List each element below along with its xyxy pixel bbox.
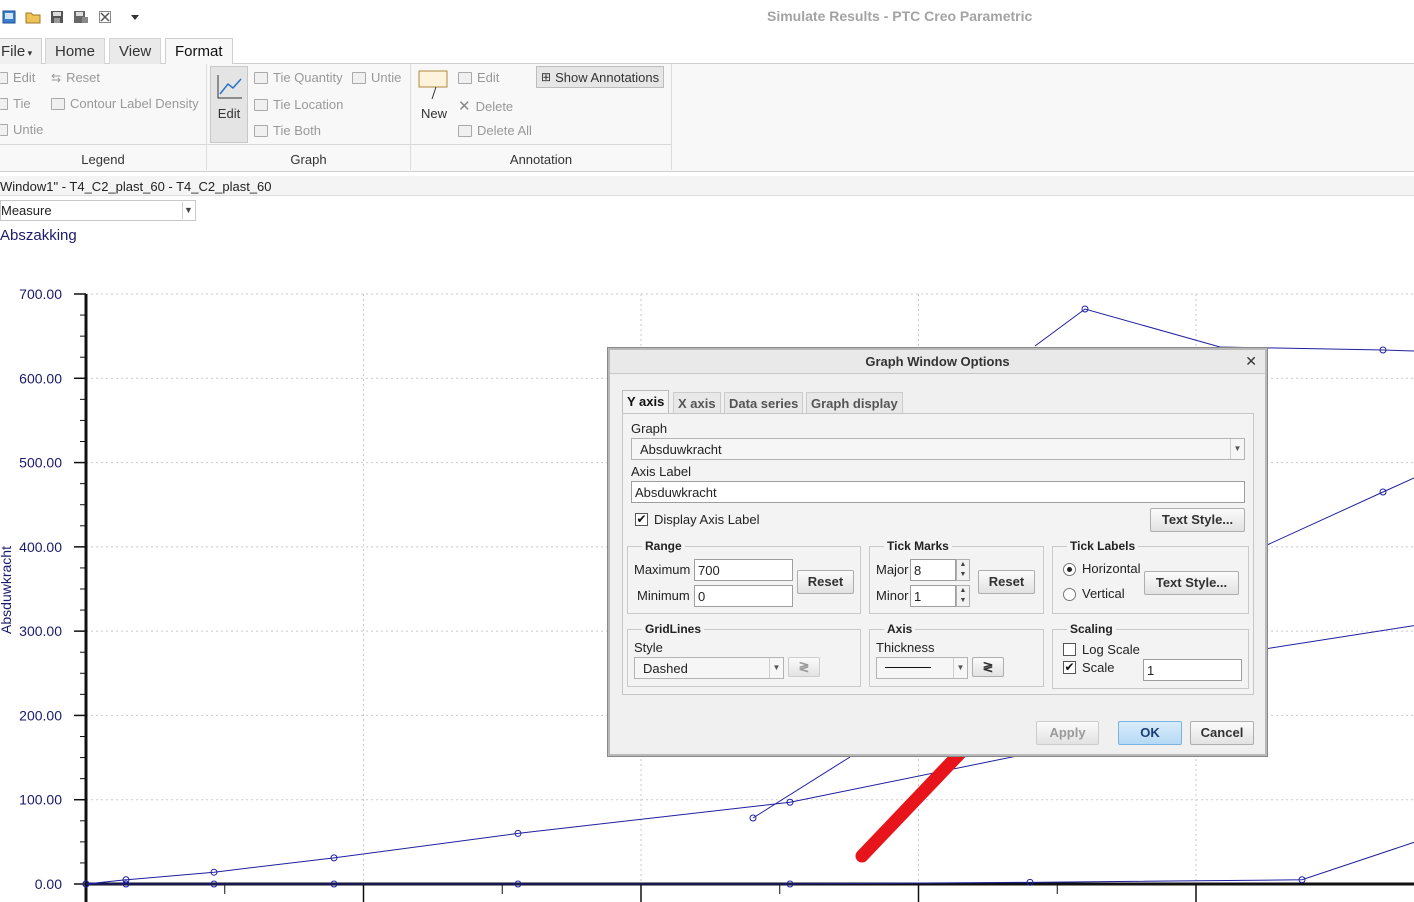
- chevron-down-icon: ▼: [769, 658, 783, 678]
- vertical-label: Vertical: [1082, 586, 1125, 601]
- gridline-color-button[interactable]: ≷: [788, 657, 820, 677]
- scaling-fieldset: Scaling Log Scale ✔ Scale 1: [1052, 622, 1249, 689]
- tick-labels-fieldset: Tick Labels Horizontal Vertical Text Sty…: [1052, 539, 1249, 614]
- tick-labels-text-style-button[interactable]: Text Style...: [1144, 571, 1239, 595]
- series-line: [752, 756, 851, 819]
- tab-graph-display[interactable]: Graph display: [806, 392, 903, 414]
- minor-input[interactable]: 1: [910, 585, 956, 607]
- tick-marks-reset-button[interactable]: Reset: [978, 570, 1035, 594]
- minimum-label: Minimum: [637, 588, 690, 603]
- dialog-title: Graph Window Options: [610, 350, 1265, 374]
- tab-y-axis[interactable]: Y axis: [622, 390, 670, 414]
- log-scale-checkbox[interactable]: [1063, 643, 1076, 656]
- display-axis-label-text: Display Axis Label: [654, 512, 760, 527]
- graph-label: Graph: [631, 421, 668, 436]
- axis-label-text-style-button[interactable]: Text Style...: [1150, 508, 1245, 532]
- line-thickness-icon: [885, 667, 931, 669]
- display-axis-label-checkbox[interactable]: ✔: [635, 513, 648, 526]
- gridlines-fieldset: GridLines Style Dashed ▼ ≷: [627, 622, 861, 687]
- vertical-radio[interactable]: [1063, 588, 1076, 601]
- scale-label: Scale: [1082, 660, 1115, 675]
- minor-spinner[interactable]: ▲ ▼: [956, 585, 970, 607]
- major-label: Major: [876, 562, 909, 577]
- scale-input[interactable]: 1: [1143, 659, 1242, 681]
- axis-color-button[interactable]: ≷: [972, 657, 1004, 677]
- chevron-down-icon: ▼: [953, 658, 967, 678]
- series-line: [86, 841, 1414, 885]
- color-picker-icon: ≷: [982, 659, 994, 674]
- gridlines-legend: GridLines: [642, 622, 705, 636]
- scaling-legend: Scaling: [1067, 622, 1116, 636]
- major-spinner[interactable]: ▲ ▼: [956, 559, 970, 581]
- range-legend: Range: [642, 539, 685, 553]
- creo-window: { "app": {"title": "Simulate Results - P…: [0, 0, 1414, 902]
- cancel-button[interactable]: Cancel: [1190, 721, 1254, 745]
- axis-thickness-select[interactable]: ▼: [876, 657, 968, 679]
- axis-label-input[interactable]: Absduwkracht: [631, 481, 1245, 503]
- y-tick-label: 100.00: [19, 792, 62, 808]
- y-tick-label: 0.00: [35, 876, 62, 892]
- y-tick-label: 200.00: [19, 707, 62, 723]
- y-tick-label: 400.00: [19, 539, 62, 555]
- log-scale-label: Log Scale: [1082, 642, 1140, 657]
- y-tick-label: 300.00: [19, 623, 62, 639]
- ok-button[interactable]: OK: [1118, 721, 1182, 745]
- y-axis-panel: Graph Absduwkracht ▼ Axis Label Absduwkra…: [622, 413, 1254, 695]
- gridline-style-label: Style: [634, 640, 663, 655]
- axis-legend: Axis: [884, 622, 916, 636]
- major-input[interactable]: 8: [910, 559, 956, 581]
- axis-fieldset: Axis Thickness ▼ ≷: [869, 622, 1044, 687]
- y-tick-label: 700.00: [19, 286, 62, 302]
- chevron-down-icon: ▼: [1230, 439, 1244, 459]
- horizontal-label: Horizontal: [1082, 561, 1141, 576]
- graph-window-options-dialog: Graph Window Options ✕ Y axis X axis Dat…: [608, 348, 1267, 756]
- series-line: [1034, 308, 1414, 352]
- horizontal-radio[interactable]: [1063, 563, 1076, 576]
- tick-labels-legend: Tick Labels: [1067, 539, 1139, 553]
- scale-checkbox[interactable]: ✔: [1063, 661, 1076, 674]
- series-line: [1266, 477, 1414, 546]
- maximum-input[interactable]: 700: [694, 559, 793, 581]
- graph-select[interactable]: Absduwkracht ▼: [631, 438, 1245, 460]
- tick-marks-legend: Tick Marks: [884, 539, 952, 553]
- range-fieldset: Range Maximum 700 Minimum 0 Reset: [627, 539, 861, 614]
- y-tick-label: 500.00: [19, 455, 62, 471]
- minor-label: Minor: [876, 588, 909, 603]
- tick-marks-fieldset: Tick Marks Major 8 ▲ ▼ Minor 1 ▲ ▼ Reset: [869, 539, 1044, 614]
- maximum-label: Maximum: [634, 562, 691, 577]
- thickness-label: Thickness: [876, 640, 935, 655]
- y-axis-label: Absduwkracht: [0, 546, 14, 634]
- axis-label-label: Axis Label: [631, 464, 691, 479]
- close-icon[interactable]: ✕: [1245, 353, 1257, 370]
- color-picker-icon: ≷: [798, 659, 810, 674]
- tab-x-axis[interactable]: X axis: [673, 392, 721, 414]
- tick-labels: 700.00 600.00 500.00 400.00 300.00 200.00 100.…: [19, 286, 62, 892]
- minimum-input[interactable]: 0: [694, 585, 793, 607]
- range-reset-button[interactable]: Reset: [797, 570, 854, 594]
- y-tick-label: 600.00: [19, 370, 62, 386]
- tab-data-series[interactable]: Data series: [724, 392, 804, 414]
- apply-button[interactable]: Apply: [1036, 721, 1099, 745]
- gridline-style-select[interactable]: Dashed ▼: [634, 657, 784, 679]
